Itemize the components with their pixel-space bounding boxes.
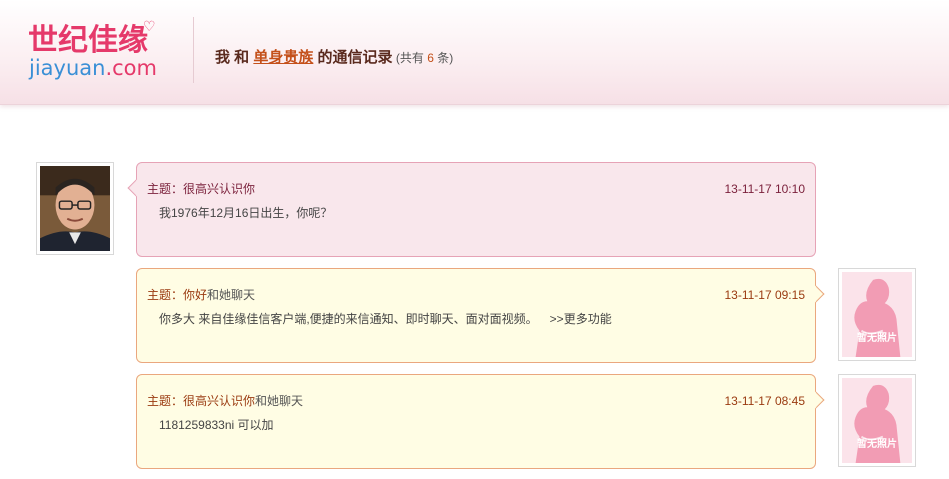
- no-photo-label: 暂无照片: [857, 333, 897, 344]
- header-divider: [193, 17, 194, 83]
- title-prefix: 我 和: [215, 49, 254, 66]
- message-body: 你多大 来自佳缘佳信客户端,便捷的来信通知、即时聊天、面对面视频。 >>更多功能: [159, 312, 612, 326]
- page-title: 我 和 单身贵族 的通信记录 (共有 6 条): [215, 46, 453, 67]
- logo-english-text: jiayuan.com: [29, 56, 157, 80]
- contact-avatar[interactable]: [36, 162, 114, 255]
- logo-chinese-text: 世纪佳缘: [28, 23, 148, 58]
- message-body: 1181259833ni 可以加: [159, 418, 274, 432]
- message-time: 13-11-17 09:15: [724, 288, 805, 302]
- message-time: 13-11-17 10:10: [724, 182, 805, 196]
- bubble-pointer: [807, 391, 825, 409]
- no-photo-icon: [842, 378, 912, 463]
- message-bubble: 主题：你好和她聊天 13-11-17 09:15 你多大 来自佳缘佳信客户端,便…: [136, 268, 825, 363]
- message-time: 13-11-17 08:45: [724, 394, 805, 408]
- my-avatar-placeholder[interactable]: 暂无照片: [838, 268, 916, 361]
- message-bubble: 主题：很高兴认识你和她聊天 13-11-17 08:45 1181259833n…: [136, 374, 825, 469]
- my-avatar-placeholder[interactable]: 暂无照片: [838, 374, 916, 467]
- contact-nickname-link[interactable]: 单身贵族: [253, 49, 313, 66]
- message-count: (共有 6 条): [392, 51, 454, 65]
- message-bubble: 主题：很高兴认识你 13-11-17 10:10 我1976年12月16日出生，…: [127, 162, 816, 257]
- no-photo-icon: [842, 272, 912, 357]
- logo-heart-icon: ♡: [143, 18, 156, 34]
- bubble-pointer: [127, 179, 145, 197]
- jiayuan-logo[interactable]: 世纪佳缘 ♡ jiayuan.com: [28, 18, 163, 82]
- message-subject: 主题：你好和她聊天: [147, 288, 256, 302]
- bubble-pointer: [807, 285, 825, 303]
- message-subject: 主题：很高兴认识你: [147, 182, 256, 196]
- more-features-link[interactable]: >>更多功能: [550, 312, 612, 326]
- title-suffix: 的通信记录: [313, 49, 393, 66]
- contact-photo: [40, 166, 110, 251]
- page-header: 世纪佳缘 ♡ jiayuan.com 我 和 单身贵族 的通信记录 (共有 6 …: [0, 0, 949, 105]
- no-photo-label: 暂无照片: [857, 439, 897, 450]
- message-subject: 主题：很高兴认识你和她聊天: [147, 394, 304, 408]
- message-body: 我1976年12月16日出生，你呢？: [159, 206, 333, 220]
